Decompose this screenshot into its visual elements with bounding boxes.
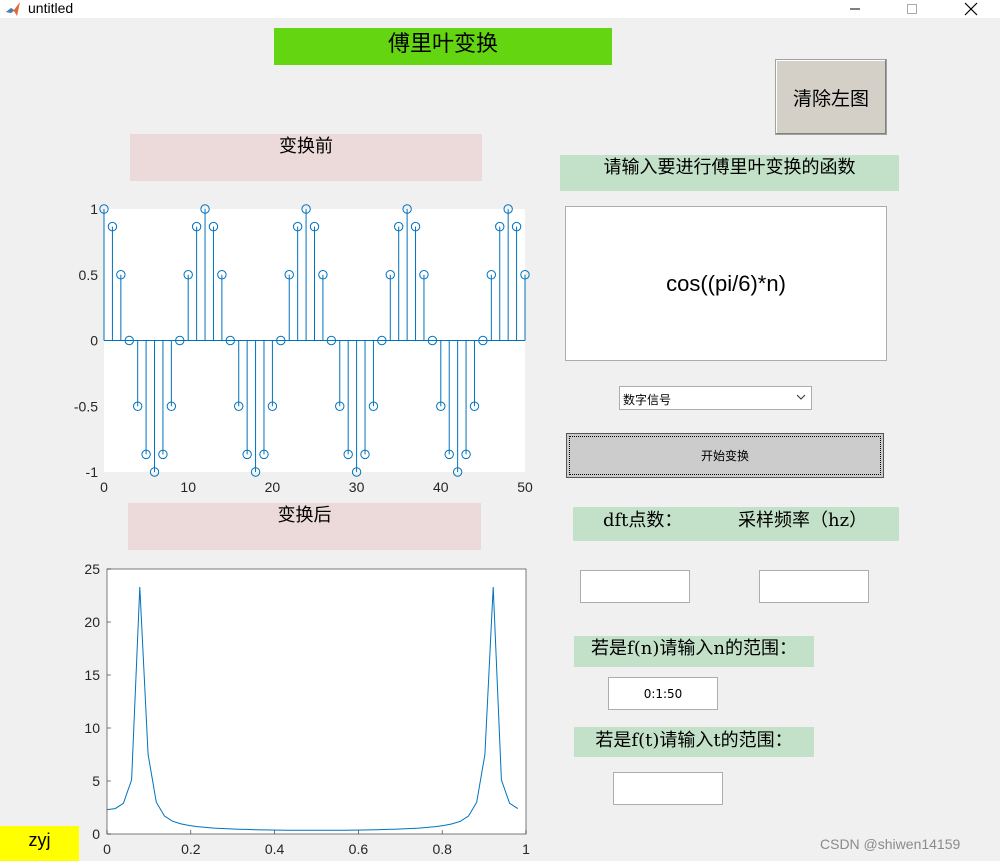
before-transform-label: 变换前 [130,134,482,181]
y-tick-label: -0.5 [74,398,98,414]
sample-rate-label: 采样频率（hz） [738,510,868,531]
close-button[interactable] [948,0,994,18]
y-tick-label: 25 [84,561,100,577]
minimize-icon [850,8,860,10]
app-banner-title: 傅里叶变换 [274,28,612,65]
y-tick-label: 15 [84,667,100,683]
x-tick-label: 10 [180,479,196,495]
window-titlebar: untitled [0,0,1000,18]
y-tick-label: -1 [86,464,99,480]
maximize-button[interactable] [889,0,935,18]
sample-rate-input[interactable] [759,570,869,603]
x-tick-label: 40 [433,479,449,495]
start-transform-button[interactable]: 开始变换 [566,433,884,478]
watermark: CSDN @shiwen14159 [820,836,961,852]
x-tick-label: 0 [103,841,111,857]
y-tick-label: 10 [84,720,100,736]
after-transform-label: 变换后 [128,503,481,550]
signal-type-value: 数字信号 [623,393,672,407]
function-input[interactable]: cos((pi/6)*n) [565,206,887,361]
maximize-icon [907,4,917,14]
y-tick-label: 0 [92,826,100,842]
x-tick-label: 0.8 [432,841,452,857]
x-tick-label: 20 [265,479,281,495]
x-tick-label: 50 [517,479,533,495]
y-tick-label: 20 [84,614,100,630]
x-tick-label: 30 [349,479,365,495]
x-tick-label: 0.2 [181,841,201,857]
y-tick-label: 0 [90,333,98,349]
dft-points-label: dft点数： [603,510,683,531]
minimize-button[interactable] [832,0,878,18]
clear-left-plot-button[interactable]: 清除左图 [775,59,887,135]
y-tick-label: 1 [90,201,98,217]
x-tick-label: 0.4 [265,841,285,857]
x-tick-label: 0 [100,479,108,495]
dft-points-input[interactable] [580,570,690,603]
x-tick-label: 1 [522,841,530,857]
x-tick-label: 0.6 [349,841,369,857]
author-label: zyj [0,826,79,861]
t-range-input[interactable] [613,772,723,805]
dft-sample-label-bar: dft点数： 采样频率（hz） [573,507,899,541]
after-transform-plot[interactable]: 0 0.2 0.4 0.6 0.8 10510152025 [60,555,540,861]
window-title: untitled [28,0,74,16]
close-icon [964,2,978,16]
matlab-icon [6,2,20,16]
t-range-label: 若是f(t)请输入t的范围： [574,727,814,757]
n-range-input[interactable]: 0:1:50 [608,677,718,710]
signal-type-select[interactable]: 数字信号 [619,386,812,410]
function-input-prompt: 请输入要进行傅里叶变换的函数 [560,155,899,191]
y-tick-label: 5 [92,773,100,789]
chevron-down-icon [796,394,806,400]
before-transform-plot[interactable]: 0 10 20 30 40 50 -1 -0.5 0 0.5 1 [60,195,540,500]
y-tick-label: 0.5 [79,267,99,283]
n-range-label: 若是f(n)请输入n的范围： [574,636,814,667]
plot-area-after [106,568,527,835]
